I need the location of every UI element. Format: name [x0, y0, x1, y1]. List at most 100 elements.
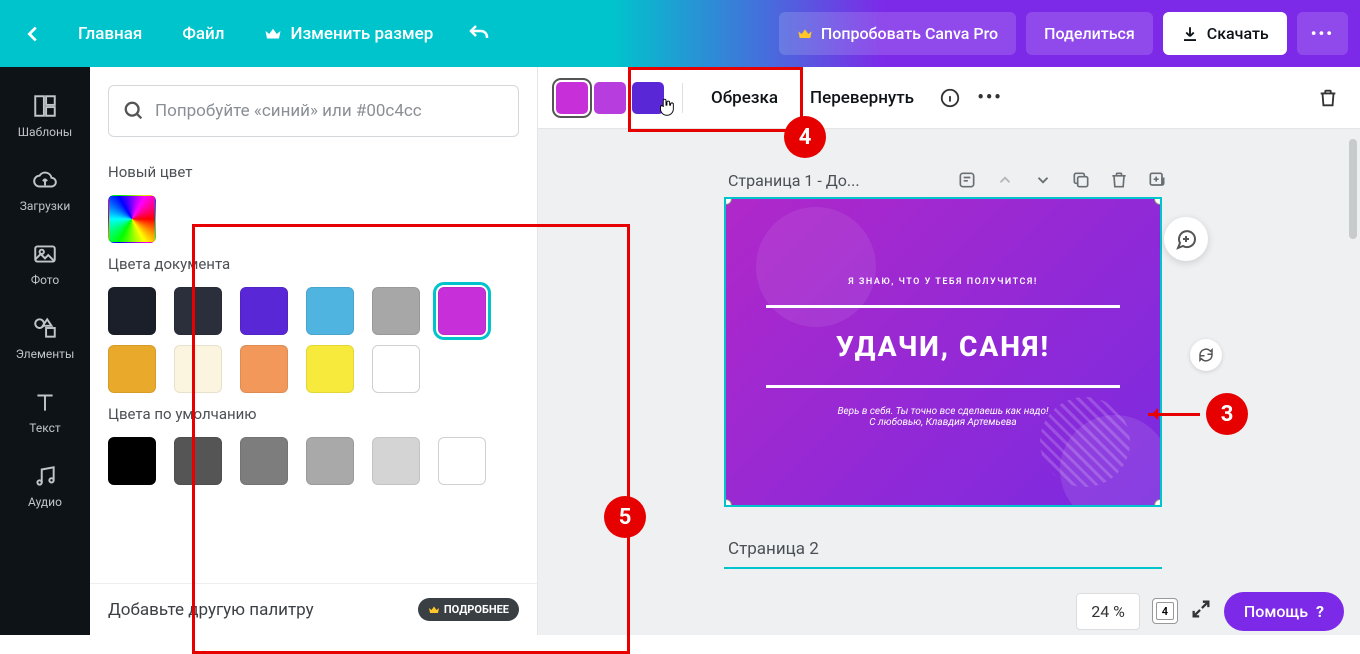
question-icon: ? — [1316, 602, 1324, 621]
color-search-input[interactable] — [155, 101, 504, 121]
move-down-icon[interactable] — [1030, 167, 1056, 193]
color-swatch[interactable] — [240, 437, 288, 485]
element-color-2[interactable] — [594, 82, 626, 114]
sidebar-item-photos[interactable]: Фото — [0, 229, 90, 303]
design-page-1[interactable]: Я ЗНАЮ, ЧТО У ТЕБЯ ПОЛУЧИТСЯ! УДАЧИ, САН… — [724, 197, 1162, 507]
design-sub2: С любовью, Клавдия Артемьева — [869, 417, 1016, 428]
sidebar-item-elements[interactable]: Элементы — [0, 303, 90, 377]
resize-handle[interactable] — [1154, 499, 1162, 507]
sync-icon — [1197, 346, 1215, 364]
color-swatch[interactable] — [306, 345, 354, 393]
add-comment-button[interactable] — [1164, 217, 1208, 261]
header-left: Главная Файл Изменить размер — [12, 12, 501, 56]
share-button[interactable]: Поделиться — [1026, 12, 1153, 55]
sidebar-item-templates[interactable]: Шаблоны — [0, 81, 90, 155]
page-count-indicator[interactable]: 4 — [1152, 598, 1178, 624]
bottom-bar: 24 % 4 Помощь ? — [1060, 587, 1360, 635]
dots-icon: ••• — [977, 87, 1002, 108]
color-picker-swatch[interactable] — [108, 195, 156, 243]
color-swatch[interactable] — [372, 287, 420, 335]
color-swatch[interactable] — [372, 437, 420, 485]
sidebar-label: Аудио — [28, 495, 62, 509]
color-swatch[interactable] — [174, 345, 222, 393]
annotation-badge-3: 3 — [1206, 393, 1248, 435]
header-right: Попробовать Canva Pro Поделиться Скачать… — [779, 12, 1348, 55]
color-swatch[interactable] — [174, 287, 222, 335]
download-button[interactable]: Скачать — [1163, 12, 1287, 55]
zoom-control[interactable]: 24 % — [1076, 593, 1140, 630]
scrollbar[interactable] — [1349, 139, 1357, 239]
move-up-icon[interactable] — [992, 167, 1018, 193]
divider — [682, 83, 683, 113]
color-swatch[interactable] — [108, 287, 156, 335]
panel-footer: Добавьте другую палитру ПОДРОБНЕЕ — [90, 583, 537, 635]
text-icon — [32, 389, 58, 415]
doc-colors-title: Цвета документа — [108, 255, 519, 273]
element-color-3[interactable] — [632, 82, 664, 114]
design-topline: Я ЗНАЮ, ЧТО У ТЕБЯ ПОЛУЧИТСЯ! — [848, 277, 1038, 287]
fullscreen-button[interactable] — [1190, 598, 1212, 624]
undo-button[interactable] — [457, 12, 501, 56]
context-toolbar: Обрезка Перевернуть ••• — [538, 67, 1360, 129]
design-main-title: УДАЧИ, САНЯ! — [836, 330, 1050, 363]
help-label: Помощь — [1244, 602, 1308, 621]
sidebar-item-text[interactable]: Текст — [0, 377, 90, 451]
learn-more-button[interactable]: ПОДРОБНЕЕ — [418, 598, 519, 621]
sync-button[interactable] — [1190, 339, 1222, 371]
annotation-arrow-3: 3 — [1148, 393, 1248, 435]
delete-button[interactable] — [1310, 80, 1346, 116]
crown-icon — [264, 25, 282, 43]
file-button[interactable]: Файл — [166, 14, 240, 54]
notes-icon[interactable] — [954, 167, 980, 193]
help-button[interactable]: Помощь ? — [1224, 592, 1344, 631]
color-swatch[interactable] — [108, 437, 156, 485]
color-swatch[interactable] — [240, 345, 288, 393]
color-swatch[interactable] — [438, 437, 486, 485]
element-color-swatches — [552, 78, 668, 118]
info-button[interactable] — [932, 80, 968, 116]
element-more-button[interactable]: ••• — [972, 80, 1008, 116]
search-icon — [123, 100, 145, 122]
crop-button[interactable]: Обрезка — [697, 80, 792, 116]
home-button[interactable]: Главная — [62, 14, 158, 54]
try-pro-button[interactable]: Попробовать Canva Pro — [779, 12, 1016, 55]
more-button[interactable]: ••• — [1297, 12, 1348, 55]
divider-line — [766, 305, 1120, 308]
crown-icon — [797, 26, 813, 42]
color-swatch[interactable] — [108, 345, 156, 393]
page-title[interactable]: Страница 1 - До... — [728, 171, 942, 190]
page-2-title[interactable]: Страница 2 — [728, 539, 819, 559]
sidebar-item-uploads[interactable]: Загрузки — [0, 155, 90, 229]
expand-icon — [1190, 598, 1212, 620]
delete-page-icon[interactable] — [1106, 167, 1132, 193]
color-swatch[interactable] — [372, 345, 420, 393]
sidebar-label: Текст — [29, 421, 60, 435]
crown-icon — [428, 604, 440, 616]
resize-button[interactable]: Изменить размер — [248, 14, 449, 54]
color-swatch[interactable] — [240, 287, 288, 335]
sidebar-label: Фото — [31, 273, 59, 287]
app-header: Главная Файл Изменить размер Попробовать… — [0, 0, 1360, 67]
add-page-icon[interactable] — [1144, 167, 1170, 193]
element-color-1[interactable] — [556, 82, 588, 114]
annotation-badge-4: 4 — [784, 116, 826, 158]
download-icon — [1181, 25, 1199, 43]
color-swatch[interactable] — [306, 287, 354, 335]
resize-label: Изменить размер — [290, 24, 433, 44]
dots-icon: ••• — [1311, 24, 1334, 43]
duplicate-page-icon[interactable] — [1068, 167, 1094, 193]
chevron-left-icon — [22, 23, 44, 45]
back-button[interactable] — [12, 13, 54, 55]
trash-icon — [1317, 87, 1339, 109]
sidebar-item-audio[interactable]: Аудио — [0, 451, 90, 525]
color-swatch[interactable] — [306, 437, 354, 485]
page-2-frame-top — [724, 567, 1162, 569]
color-panel: Новый цвет Цвета документа Цвета по умол… — [90, 67, 538, 635]
flip-button[interactable]: Перевернуть — [796, 80, 928, 116]
color-swatch[interactable] — [174, 437, 222, 485]
color-swatch[interactable] — [438, 287, 486, 335]
undo-icon — [467, 22, 491, 46]
page-header: Страница 1 - До... — [728, 167, 1170, 193]
color-search[interactable] — [108, 85, 519, 137]
canvas-area[interactable]: Страница 1 - До... Я ЗНАЮ, ЧТО У ТЕБЯ ПО… — [538, 129, 1360, 635]
